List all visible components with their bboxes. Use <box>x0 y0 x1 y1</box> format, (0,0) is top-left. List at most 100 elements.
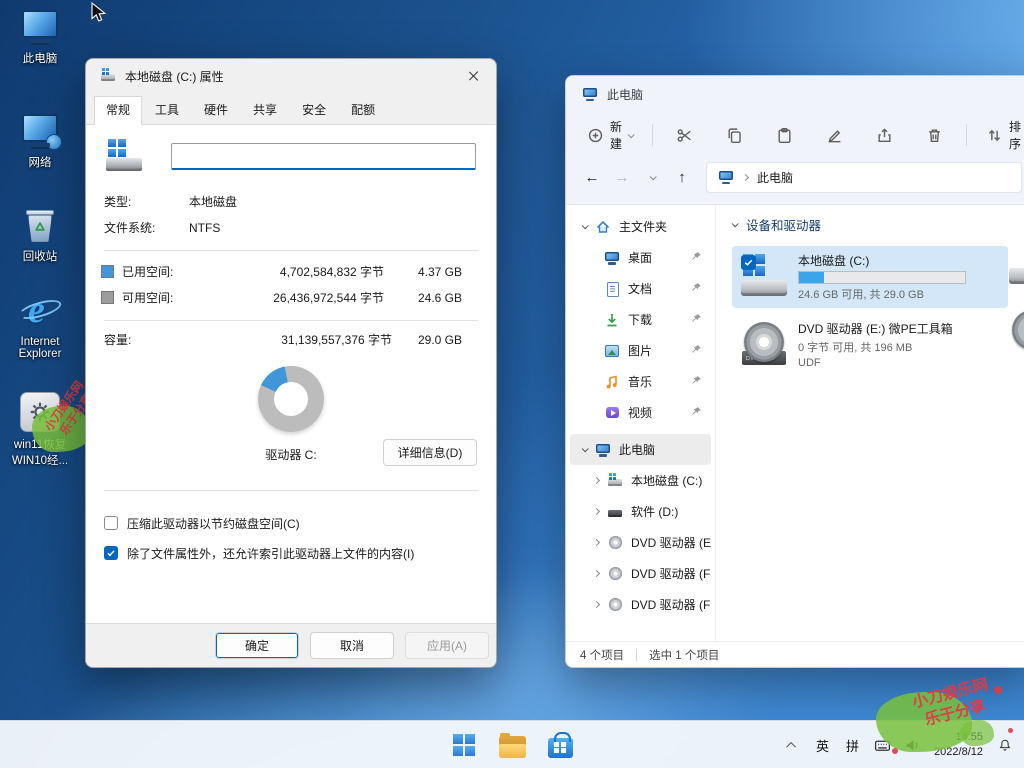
ime-language-indicator[interactable]: 英 <box>809 725 836 765</box>
sort-button[interactable]: 排序 <box>977 111 1024 159</box>
divider <box>104 490 478 491</box>
tray-time: 14:55 <box>955 730 983 745</box>
desktop-icon-recycle-bin[interactable]: 回收站 <box>2 204 78 264</box>
general-tab-page: 类型:本地磁盘 文件系统:NTFS 已用空间: 4,702,584,832 字节… <box>86 125 496 623</box>
type-value: 本地磁盘 <box>189 193 237 210</box>
chevron-right-icon[interactable] <box>593 508 600 515</box>
desktop-icon-this-pc[interactable]: 此电脑 <box>2 6 78 66</box>
back-arrow-icon <box>585 170 600 185</box>
sidebar-item-dvd-e[interactable]: DVD 驱动器 (E <box>570 527 711 558</box>
sidebar-item-dvd-f[interactable]: DVD 驱动器 (F <box>570 558 711 589</box>
chevron-up-icon <box>786 741 796 751</box>
window-title: 此电脑 <box>607 86 643 103</box>
ime-mode-indicator[interactable]: 拼 <box>839 725 866 765</box>
tray-date: 2022/8/12 <box>934 745 983 760</box>
file-item-local-disk-c[interactable]: 本地磁盘 (C:) 24.6 GB 可用, 共 29.0 GB <box>732 246 1008 308</box>
sidebar-item-pictures[interactable]: 图片 <box>570 335 711 366</box>
clock[interactable]: 14:55 2022/8/12 <box>929 725 988 765</box>
ok-button[interactable]: 确定 <box>215 632 299 659</box>
partial-item-icon[interactable] <box>1008 309 1024 357</box>
share-button[interactable] <box>863 120 906 151</box>
section-devices-and-drives[interactable]: 设备和驱动器 <box>732 215 1024 234</box>
desktop-folder-icon <box>604 250 620 266</box>
desktop-icon-win11-restore[interactable]: win11恢复WIN10经... <box>2 392 78 468</box>
sidebar-item-desktop[interactable]: 桌面 <box>570 242 711 273</box>
cancel-button[interactable]: 取消 <box>310 632 394 659</box>
sidebar-item-home[interactable]: 主文件夹 <box>570 211 711 242</box>
back-button[interactable] <box>578 163 606 191</box>
disk-usage-donut <box>258 366 324 432</box>
up-button[interactable] <box>668 163 696 191</box>
index-checkbox[interactable] <box>104 546 118 560</box>
sidebar-item-dvd-g[interactable]: DVD 驱动器 (F <box>570 589 711 620</box>
tab-quota[interactable]: 配额 <box>339 96 387 124</box>
item-name: 本地磁盘 (C:) <box>798 252 966 269</box>
sidebar-item-videos[interactable]: 视频 <box>570 397 711 428</box>
dvd-drive-icon <box>607 566 623 582</box>
windows-logo-icon <box>453 734 475 756</box>
details-button[interactable]: 详细信息(D) <box>383 439 477 466</box>
notification-center-button[interactable] <box>991 725 1018 765</box>
rename-button[interactable] <box>813 120 856 151</box>
item-checkbox[interactable] <box>741 255 756 270</box>
sidebar-item-documents[interactable]: 文档 <box>570 273 711 304</box>
chevron-down-icon[interactable] <box>582 445 589 452</box>
desktop-icon-network[interactable]: 网络 <box>2 110 78 170</box>
tab-tools[interactable]: 工具 <box>143 96 191 124</box>
chevron-right-icon[interactable] <box>593 570 600 577</box>
taskbar-store[interactable] <box>538 723 582 767</box>
explorer-titlebar[interactable]: 此电脑 <box>566 76 1024 112</box>
pin-icon <box>690 251 702 263</box>
volume-button[interactable] <box>899 725 926 765</box>
selection-count: 选中 1 个项目 <box>649 647 719 663</box>
recent-locations-button[interactable] <box>638 163 666 191</box>
tab-security[interactable]: 安全 <box>290 96 338 124</box>
desktop-icon-label: 回收站 <box>23 248 58 264</box>
index-checkbox-row[interactable]: 除了文件属性外，还允许索引此驱动器上文件的内容(I) <box>86 545 496 562</box>
new-button-label: 新建 <box>610 118 622 152</box>
copy-button[interactable] <box>713 120 756 151</box>
downloads-icon <box>604 312 620 328</box>
dialog-titlebar[interactable]: 本地磁盘 (C:) 属性 <box>86 59 496 93</box>
chevron-down-icon[interactable] <box>732 220 739 227</box>
taskbar-file-explorer[interactable] <box>490 723 534 767</box>
trash-icon <box>926 127 943 144</box>
partial-item-icon[interactable] <box>1008 241 1024 289</box>
new-button[interactable]: 新建 <box>578 111 642 159</box>
sidebar-item-music[interactable]: 音乐 <box>570 366 711 397</box>
address-bar[interactable]: 此电脑 <box>706 162 1022 193</box>
apply-button[interactable]: 应用(A) <box>405 632 489 659</box>
sidebar-item-this-pc[interactable]: 此电脑 <box>570 434 711 465</box>
touch-keyboard-button[interactable] <box>869 725 896 765</box>
pin-icon <box>690 344 702 356</box>
tab-general[interactable]: 常规 <box>94 96 142 125</box>
chevron-down-icon[interactable] <box>582 222 589 229</box>
compress-checkbox[interactable] <box>104 516 118 530</box>
paste-icon <box>776 127 793 144</box>
folder-icon <box>499 736 526 757</box>
desktop-icon-internet-explorer[interactable]: e Internet Explorer <box>2 292 78 360</box>
tab-hardware[interactable]: 硬件 <box>192 96 240 124</box>
hidden-icons-button[interactable] <box>779 725 806 765</box>
desktop-icon-label: Internet Explorer <box>2 336 78 360</box>
desktop-icon-label: 网络 <box>29 154 52 170</box>
chevron-right-icon[interactable] <box>593 601 600 608</box>
sidebar-item-drive-d[interactable]: 软件 (D:) <box>570 496 711 527</box>
sidebar-item-downloads[interactable]: 下载 <box>570 304 711 335</box>
chevron-right-icon[interactable] <box>593 477 600 484</box>
paste-button[interactable] <box>763 120 806 151</box>
tab-sharing[interactable]: 共享 <box>241 96 289 124</box>
forward-button[interactable] <box>608 163 636 191</box>
delete-button[interactable] <box>913 120 956 151</box>
cut-button[interactable] <box>663 120 706 151</box>
close-button[interactable] <box>451 59 496 93</box>
file-item-dvd-e[interactable]: DVD-ROM DVD 驱动器 (E:) 微PE工具箱 0 字节 可用, 共 1… <box>732 314 1008 375</box>
breadcrumb[interactable]: 此电脑 <box>757 169 793 186</box>
chevron-right-icon[interactable] <box>593 539 600 546</box>
volume-label-input[interactable] <box>171 143 476 170</box>
sidebar-item-drive-c[interactable]: 本地磁盘 (C:) <box>570 465 711 496</box>
start-button[interactable] <box>442 723 486 767</box>
bell-icon <box>998 738 1012 752</box>
divider <box>104 250 478 251</box>
compress-checkbox-row[interactable]: 压缩此驱动器以节约磁盘空间(C) <box>86 515 496 532</box>
